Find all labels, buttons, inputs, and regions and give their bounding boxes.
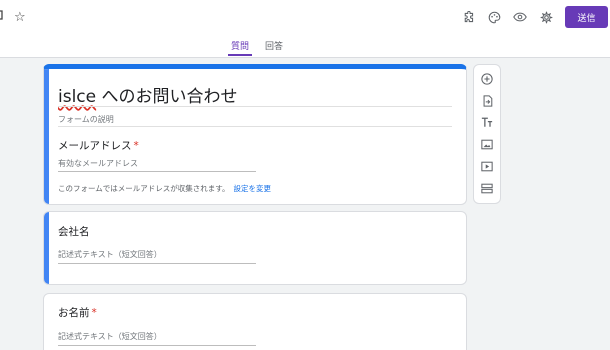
email-question-label: メールアドレス *	[58, 140, 139, 152]
floating-toolbar	[473, 64, 501, 204]
form-title-brand: islce	[58, 87, 97, 107]
question-label: お名前 *	[58, 307, 97, 319]
question-card-company[interactable]: 会社名 記述式テキスト（短文回答）	[43, 211, 467, 285]
form-title-card[interactable]: islce へのお問い合わせ フォームの説明 メールアドレス * 有効なメールアド…	[43, 64, 467, 205]
preview-eye-icon[interactable]	[507, 7, 533, 27]
top-bar: ☆ 送信 質問 回答	[0, 0, 610, 58]
folder-icon[interactable]	[0, 9, 6, 25]
email-input-underline	[58, 171, 256, 172]
email-input[interactable]: 有効なメールアドレス	[58, 158, 138, 169]
star-icon[interactable]: ☆	[14, 10, 26, 25]
tab-responses[interactable]: 回答	[262, 40, 286, 56]
add-title-icon[interactable]	[477, 113, 497, 132]
description-underline	[58, 126, 452, 127]
question-label: 会社名	[58, 226, 90, 238]
add-video-icon[interactable]	[477, 157, 497, 176]
addon-icon[interactable]	[455, 7, 481, 27]
add-question-icon[interactable]	[477, 69, 497, 88]
required-mark: *	[91, 307, 97, 319]
add-section-icon[interactable]	[477, 179, 497, 198]
short-answer-input[interactable]: 記述式テキスト（短文回答）	[58, 331, 162, 342]
tab-bar: 質問 回答	[228, 40, 286, 56]
title-underline	[58, 106, 452, 107]
short-answer-underline	[58, 345, 256, 346]
settings-gear-icon[interactable]	[533, 7, 559, 27]
palette-icon[interactable]	[481, 7, 507, 27]
form-title-text: へのお問い合わせ	[96, 87, 238, 107]
form-description-field[interactable]: フォームの説明	[58, 114, 114, 125]
form-title[interactable]: islce へのお問い合わせ	[58, 82, 238, 107]
tab-questions[interactable]: 質問	[228, 40, 253, 56]
short-answer-input[interactable]: 記述式テキスト（短文回答）	[58, 249, 162, 260]
top-bar-left: ☆	[0, 9, 26, 25]
add-image-icon[interactable]	[477, 135, 497, 154]
send-button[interactable]: 送信	[565, 6, 608, 28]
email-collection-note: このフォームではメールアドレスが収集されます。 設定を変更	[58, 184, 272, 193]
required-mark: *	[133, 140, 139, 152]
short-answer-underline	[58, 263, 256, 264]
question-card-name[interactable]: お名前 * 記述式テキスト（短文回答）	[43, 293, 467, 350]
change-settings-link[interactable]: 設定を変更	[234, 184, 272, 193]
import-questions-icon[interactable]	[477, 91, 497, 110]
top-bar-actions: 送信	[455, 6, 610, 28]
